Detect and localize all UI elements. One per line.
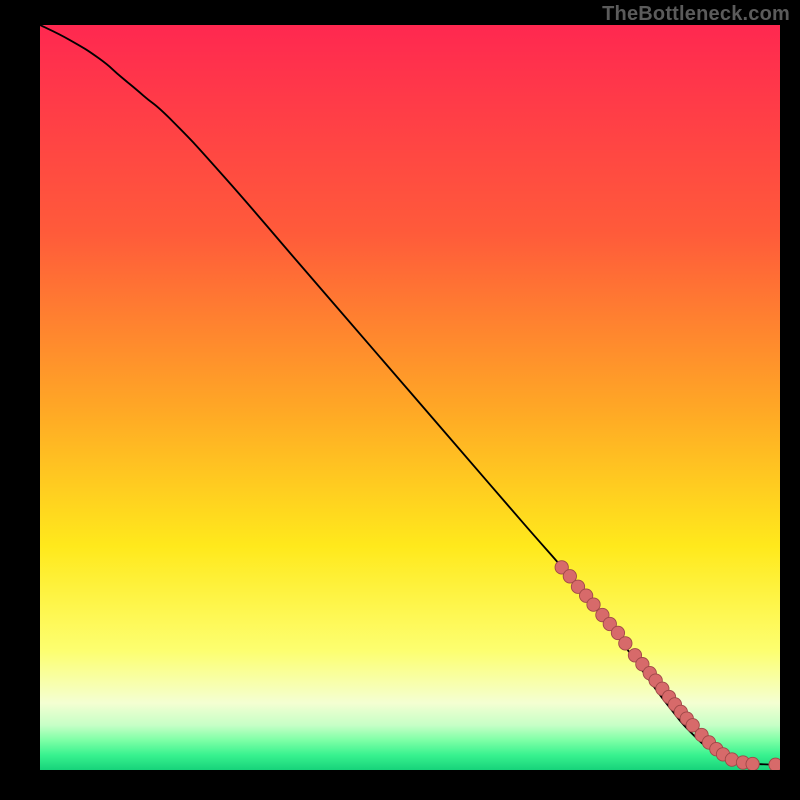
data-point: [769, 758, 780, 770]
curve-line: [40, 25, 780, 765]
plot-area: [40, 25, 780, 770]
data-point: [746, 757, 759, 770]
data-point: [619, 637, 632, 650]
chart-svg: [40, 25, 780, 770]
points-group: [555, 561, 780, 770]
chart-frame: TheBottleneck.com: [0, 0, 800, 800]
attribution-label: TheBottleneck.com: [602, 3, 790, 26]
